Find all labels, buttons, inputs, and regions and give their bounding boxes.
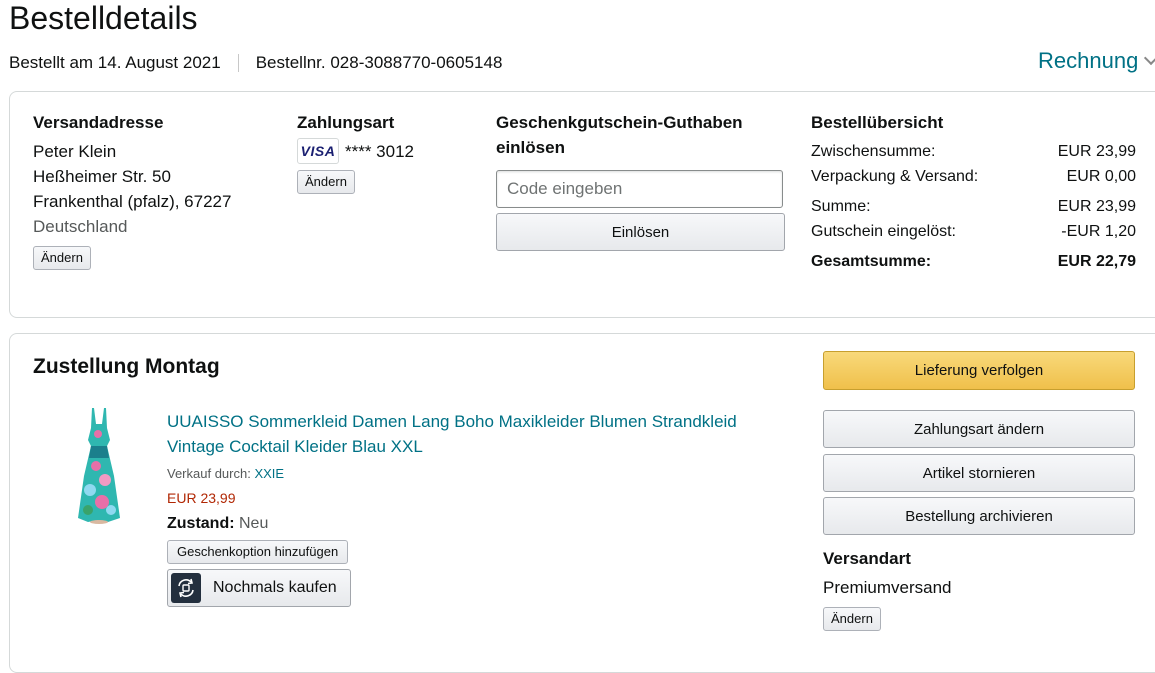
change-payment-method-button[interactable]: Zahlungsart ändern — [823, 410, 1135, 448]
redeem-button[interactable]: Einlösen — [496, 213, 785, 251]
summary-row: Summe: EUR 23,99 — [811, 194, 1136, 219]
gift-card-heading-line2: einlösen — [496, 138, 565, 157]
condition-value: Neu — [239, 515, 269, 532]
archive-order-button[interactable]: Bestellung archivieren — [823, 497, 1135, 535]
shipping-method-section: Versandart Premiumversand Ändern — [823, 546, 952, 631]
order-summary-section: Bestellübersicht Zwischensumme: EUR 23,9… — [811, 110, 1136, 274]
gift-card-heading-line1: Geschenkgutschein-Guthaben — [496, 113, 743, 132]
shipping-method-value: Premiumversand — [823, 578, 952, 597]
shipping-address-heading: Versandadresse — [33, 113, 164, 132]
change-address-button[interactable]: Ändern — [33, 246, 91, 270]
track-delivery-button[interactable]: Lieferung verfolgen — [823, 351, 1135, 390]
payment-section: Zahlungsart VISA **** 3012 Ändern — [297, 110, 414, 194]
product-condition: Zustand: Neu — [167, 513, 737, 535]
dress-image-icon — [78, 408, 120, 524]
summary-value: EUR 0,00 — [1066, 168, 1136, 185]
product-title-line1: UUAISSO Sommerkleid Damen Lang Boho Maxi… — [167, 412, 737, 431]
address-city: Frankenthal (pfalz), 67227 — [33, 192, 232, 211]
address-street: Heßheimer Str. 50 — [33, 167, 171, 186]
total-label: Gesamtsumme: — [811, 253, 932, 270]
order-number: Bestellnr. 028-3088770-0605148 — [255, 53, 503, 72]
sold-by-label: Verkauf durch: — [167, 466, 251, 481]
sold-by: Verkauf durch: XXIE — [167, 465, 737, 483]
order-date: Bestellt am 14. August 2021 — [9, 53, 221, 72]
buy-again-button[interactable]: Nochmals kaufen — [167, 569, 351, 607]
product-price: EUR 23,99 — [167, 490, 236, 506]
product-image[interactable] — [74, 406, 124, 529]
product-title-link[interactable]: UUAISSO Sommerkleid Damen Lang Boho Maxi… — [167, 409, 737, 459]
summary-label: Zwischensumme: — [811, 143, 936, 160]
buy-again-label: Nochmals kaufen — [213, 579, 337, 596]
meta-divider — [237, 54, 239, 72]
summary-row: Zwischensumme: EUR 23,99 — [811, 139, 1136, 164]
total-value: EUR 22,79 — [1057, 253, 1136, 270]
buy-again-icon — [171, 573, 201, 603]
product-title-line2: Vintage Cocktail Kleider Blau XXL — [167, 437, 423, 456]
gift-card-section: Geschenkgutschein-Guthaben einlösen Einl… — [496, 110, 785, 251]
summary-row: Gutschein eingelöst: -EUR 1,20 — [811, 219, 1136, 244]
summary-value: -EUR 1,20 — [1061, 223, 1136, 240]
change-payment-button[interactable]: Ändern — [297, 170, 355, 194]
summary-label: Verpackung & Versand: — [811, 168, 979, 185]
order-meta: Bestellt am 14. August 2021 Bestellnr. 0… — [9, 52, 502, 74]
cancel-item-button[interactable]: Artikel stornieren — [823, 454, 1135, 492]
seller-link[interactable]: XXIE — [254, 466, 284, 481]
summary-label: Summe: — [811, 198, 871, 215]
order-summary-heading: Bestellübersicht — [811, 113, 944, 132]
shipping-address-section: Versandadresse Peter Klein Heßheimer Str… — [33, 110, 231, 270]
summary-row: Verpackung & Versand: EUR 0,00 — [811, 164, 1136, 189]
gift-code-input[interactable] — [496, 170, 783, 208]
invoice-dropdown[interactable]: Rechnung — [1038, 47, 1155, 75]
address-name: Peter Klein — [33, 142, 117, 161]
page-title: Bestelldetails — [9, 0, 198, 36]
summary-total-row: Gesamtsumme: EUR 22,79 — [811, 249, 1136, 274]
visa-card-icon: VISA — [297, 138, 339, 164]
change-shipping-method-button[interactable]: Ändern — [823, 607, 881, 631]
card-masked-number: **** 3012 — [345, 141, 415, 161]
payment-heading: Zahlungsart — [297, 113, 395, 132]
summary-label: Gutschein eingelöst: — [811, 223, 956, 240]
shipment-heading: Zustellung Montag — [33, 355, 220, 378]
payment-card-row: VISA **** 3012 — [297, 138, 414, 164]
add-gift-option-button[interactable]: Geschenkoption hinzufügen — [167, 540, 349, 564]
product-info: UUAISSO Sommerkleid Damen Lang Boho Maxi… — [167, 409, 737, 607]
shipping-method-heading: Versandart — [823, 549, 911, 568]
address-country: Deutschland — [33, 217, 128, 236]
invoice-label: Rechnung — [1038, 48, 1139, 73]
chevron-down-icon — [1144, 50, 1155, 66]
condition-label: Zustand: — [167, 515, 235, 532]
summary-value: EUR 23,99 — [1057, 143, 1136, 160]
summary-value: EUR 23,99 — [1057, 198, 1136, 215]
